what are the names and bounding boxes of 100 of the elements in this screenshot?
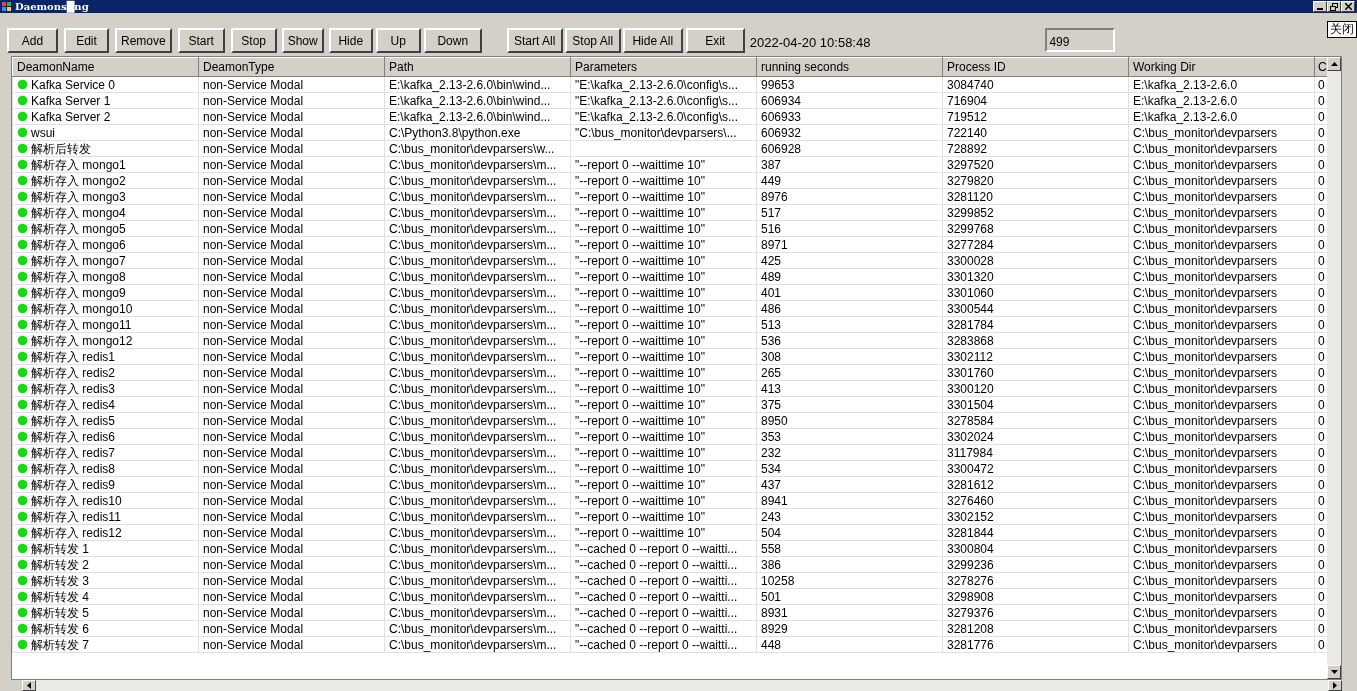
table-cell: "--cached 0 --report 0 --waitti... [570, 636, 757, 653]
left-arrow-icon[interactable] [27, 682, 31, 689]
close-button[interactable] [1341, 1, 1355, 12]
status-dot-icon [17, 623, 28, 634]
table-cell: C:\bus_monitor\devparsers\m... [384, 620, 571, 637]
close-button[interactable]: 关闭 [1327, 21, 1357, 38]
table-cell: 3277284 [942, 236, 1129, 253]
toolbar-button[interactable]: Remove [115, 28, 172, 53]
toolbar-button[interactable]: Start [177, 28, 225, 53]
table-cell: non-Service Modal [198, 268, 385, 285]
table-cell: 解析转发 2 [31, 557, 89, 572]
right-arrow-icon[interactable] [1333, 682, 1337, 689]
table-cell: 解析存入 redis7 [31, 445, 116, 460]
table-cell: 解析转发 5 [31, 605, 89, 620]
table-cell: 3301504 [942, 396, 1129, 413]
toolbar-button[interactable]: Start All [506, 28, 563, 53]
table-cell: 536 [756, 332, 943, 349]
table-cell: E:\kafka_2.13-2.6.0\bin\wind... [384, 108, 571, 125]
table-cell: 3299852 [942, 204, 1129, 221]
toolbar-button[interactable]: Exit [685, 28, 745, 53]
table-cell: non-Service Modal [198, 204, 385, 221]
horizontal-scrollbar[interactable] [22, 680, 1342, 691]
table-cell: C:\bus_monitor\devparsers\m... [384, 316, 571, 333]
column-header[interactable]: Parameters [570, 57, 757, 77]
table-cell: 3281776 [942, 636, 1129, 653]
toolbar-button[interactable]: Add [7, 28, 58, 53]
table-cell: "--report 0 --waittime 10" [570, 508, 757, 525]
table-cell: 解析转发 3 [31, 573, 89, 588]
table-cell: 解析存入 mongo1 [31, 157, 126, 172]
table-cell: 解析转发 7 [31, 637, 89, 652]
restore-button[interactable] [1327, 1, 1341, 12]
status-dot-icon [17, 447, 28, 458]
table-cell: C:\bus_monitor\devparsers [1128, 508, 1315, 525]
table-cell: "E:\kafka_2.13-2.6.0\config\s... [570, 108, 757, 125]
down-arrow-icon[interactable] [1330, 670, 1338, 674]
table-cell: 解析转发 1 [31, 541, 89, 556]
table-cell: E:\kafka_2.13-2.6.0\bin\wind... [384, 92, 571, 109]
table-cell: 716904 [942, 92, 1129, 109]
table-cell: non-Service Modal [198, 300, 385, 317]
column-header[interactable]: Process ID [942, 57, 1129, 77]
table-cell: "--cached 0 --report 0 --waitti... [570, 620, 757, 637]
status-dot-icon [17, 367, 28, 378]
table-cell: C:\bus_monitor\devparsers [1128, 476, 1315, 493]
table-cell: non-Service Modal [198, 124, 385, 141]
table-cell: C:\bus_monitor\devparsers [1128, 412, 1315, 429]
table-cell: non-Service Modal [198, 540, 385, 557]
table-cell: Kafka Server 1 [31, 93, 111, 108]
table-cell: 437 [756, 476, 943, 493]
table-cell: C:\bus_monitor\devparsers\m... [384, 172, 571, 189]
table-cell: "--report 0 --waittime 10" [570, 172, 757, 189]
column-header[interactable]: Working Dir [1128, 57, 1315, 77]
table-cell: 8971 [756, 236, 943, 253]
up-arrow-icon[interactable] [1330, 62, 1338, 66]
toolbar-button[interactable]: Stop [230, 28, 277, 53]
table-cell: 99653 [756, 76, 943, 93]
count-field: 499 [1045, 28, 1116, 52]
table-cell: 解析存入 mongo2 [31, 173, 126, 188]
table-cell: C:\bus_monitor\devparsers\m... [384, 300, 571, 317]
column-header[interactable]: DeamonType [198, 57, 385, 77]
vertical-scrollbar[interactable] [1327, 57, 1341, 679]
status-dot-icon [17, 335, 28, 346]
table-cell: 解析后转发 [31, 141, 91, 156]
table-cell: "--report 0 --waittime 10" [570, 524, 757, 541]
status-dot-icon [17, 287, 28, 298]
table-cell: C:\bus_monitor\devparsers [1128, 396, 1315, 413]
column-header[interactable]: Path [384, 57, 571, 77]
table-cell: C:\bus_monitor\devparsers [1128, 444, 1315, 461]
column-header[interactable]: DeamonName [12, 57, 199, 77]
table-cell: non-Service Modal [198, 332, 385, 349]
table-cell: 3300544 [942, 300, 1129, 317]
toolbar-button[interactable]: Up [375, 28, 421, 53]
table-cell: 489 [756, 268, 943, 285]
table-cell: 3300028 [942, 252, 1129, 269]
status-dot-icon [17, 527, 28, 538]
window-title: Daemons█ng [15, 0, 89, 13]
table-cell: 606928 [756, 140, 943, 157]
app-icon [2, 1, 12, 12]
table-cell: 517 [756, 204, 943, 221]
table-cell: "E:\kafka_2.13-2.6.0\config\s... [570, 92, 757, 109]
toolbar-button[interactable]: Down [423, 28, 482, 53]
table-cell: 3301060 [942, 284, 1129, 301]
toolbar-button[interactable]: Stop All [564, 28, 621, 53]
table-cell: non-Service Modal [198, 412, 385, 429]
table-cell: non-Service Modal [198, 428, 385, 445]
minimize-button[interactable] [1313, 1, 1327, 12]
column-header[interactable]: running seconds [756, 57, 943, 77]
table-cell: 解析存入 redis9 [31, 477, 116, 492]
table-cell: C:\bus_monitor\devparsers [1128, 332, 1315, 349]
table-cell: non-Service Modal [198, 220, 385, 237]
toolbar-button[interactable]: Hide All [622, 28, 683, 53]
toolbar-button[interactable]: Show [281, 28, 324, 53]
toolbar-button[interactable]: Hide [328, 28, 373, 53]
table-cell: 308 [756, 348, 943, 365]
status-dot-icon [17, 303, 28, 314]
status-dot-icon [17, 399, 28, 410]
table-cell: 387 [756, 156, 943, 173]
table-cell: C:\bus_monitor\devparsers [1128, 236, 1315, 253]
table-cell: 3278276 [942, 572, 1129, 589]
table-cell: C:\bus_monitor\devparsers [1128, 460, 1315, 477]
toolbar-button[interactable]: Edit [64, 28, 109, 53]
